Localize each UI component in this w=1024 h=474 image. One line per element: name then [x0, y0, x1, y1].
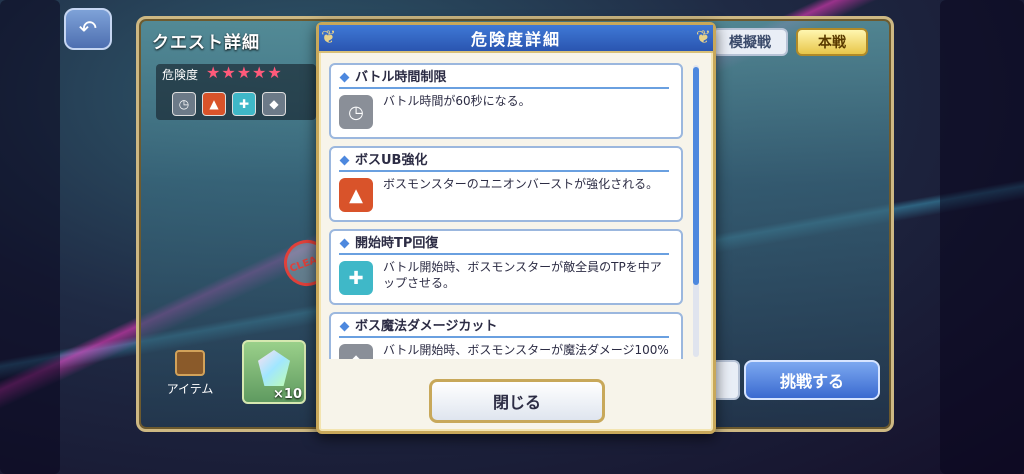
back-button[interactable]: ↶ [64, 8, 112, 50]
danger-card: ボスUB強化 ▲ ボスモンスターのユニオンバーストが強化される。 [329, 146, 683, 222]
quest-detail-title: クエスト詳細 [152, 33, 260, 53]
crystal-icon [258, 350, 290, 386]
danger-card-title: バトル時間制限 [339, 69, 669, 89]
ornament-right-icon: ❦ [695, 27, 711, 48]
tp-recovery-icon: ✚ [339, 261, 373, 295]
danger-card-desc: バトル開始時、ボスモンスターが魔法ダメージ100%カット状態になる。 [383, 343, 669, 357]
close-button[interactable]: 閉じる [429, 379, 605, 423]
crystal-reward[interactable]: ×10 [242, 340, 306, 404]
scroll-thumb[interactable] [693, 67, 699, 285]
danger-detail-modal: 危険度詳細 ❦ ❦ バトル時間制限 ◷ バトル時間が60秒になる。 ボスUB強化… [316, 22, 716, 434]
danger-card: バトル時間制限 ◷ バトル時間が60秒になる。 [329, 63, 683, 139]
boss-ub-icon: ▲ [339, 178, 373, 212]
danger-card-title: ボス魔法ダメージカット [339, 318, 669, 338]
danger-label: 危険度 [162, 68, 199, 82]
right-shade [940, 0, 1024, 474]
danger-stars: ★★★★★ [206, 63, 283, 82]
boss-ub-mini-icon[interactable]: ▲ [202, 92, 226, 116]
item-button[interactable]: アイテム [160, 350, 220, 400]
item-label: アイテム [166, 382, 214, 396]
danger-card: ボス魔法ダメージカット ◆ バトル開始時、ボスモンスターが魔法ダメージ100%カ… [329, 312, 683, 359]
danger-card-desc: バトル開始時、ボスモンスターが敵全員のTPを中アップさせる。 [383, 260, 662, 290]
clock-mini-icon[interactable]: ◷ [172, 92, 196, 116]
danger-card-desc: バトル時間が60秒になる。 [383, 94, 531, 108]
danger-card-title: ボスUB強化 [339, 152, 669, 172]
crystal-count: ×10 [273, 387, 302, 402]
tp-mini-icon[interactable]: ✚ [232, 92, 256, 116]
mock-battle-button[interactable]: 模擬戦 [712, 28, 788, 56]
real-battle-button[interactable]: 本戦 [796, 28, 868, 56]
danger-card-desc: ボスモンスターのユニオンバーストが強化される。 [383, 177, 659, 191]
magic-mini-icon[interactable]: ◆ [262, 92, 286, 116]
challenge-button[interactable]: 挑戦する [744, 360, 880, 400]
left-shade [0, 0, 60, 474]
scrollbar[interactable] [693, 65, 699, 357]
danger-card: 開始時TP回復 ✚ バトル開始時、ボスモンスターが敵全員のTPを中アップさせる。 [329, 229, 683, 305]
danger-detail-list[interactable]: バトル時間制限 ◷ バトル時間が60秒になる。 ボスUB強化 ▲ ボスモンスター… [329, 63, 687, 359]
treasure-chest-icon [175, 350, 205, 376]
clock-icon: ◷ [339, 95, 373, 129]
back-arrow-icon: ↶ [78, 16, 98, 42]
danger-card-title: 開始時TP回復 [339, 235, 669, 255]
magic-shield-icon: ◆ [339, 344, 373, 359]
ornament-left-icon: ❦ [321, 27, 337, 48]
modal-title: 危険度詳細 [319, 25, 713, 53]
